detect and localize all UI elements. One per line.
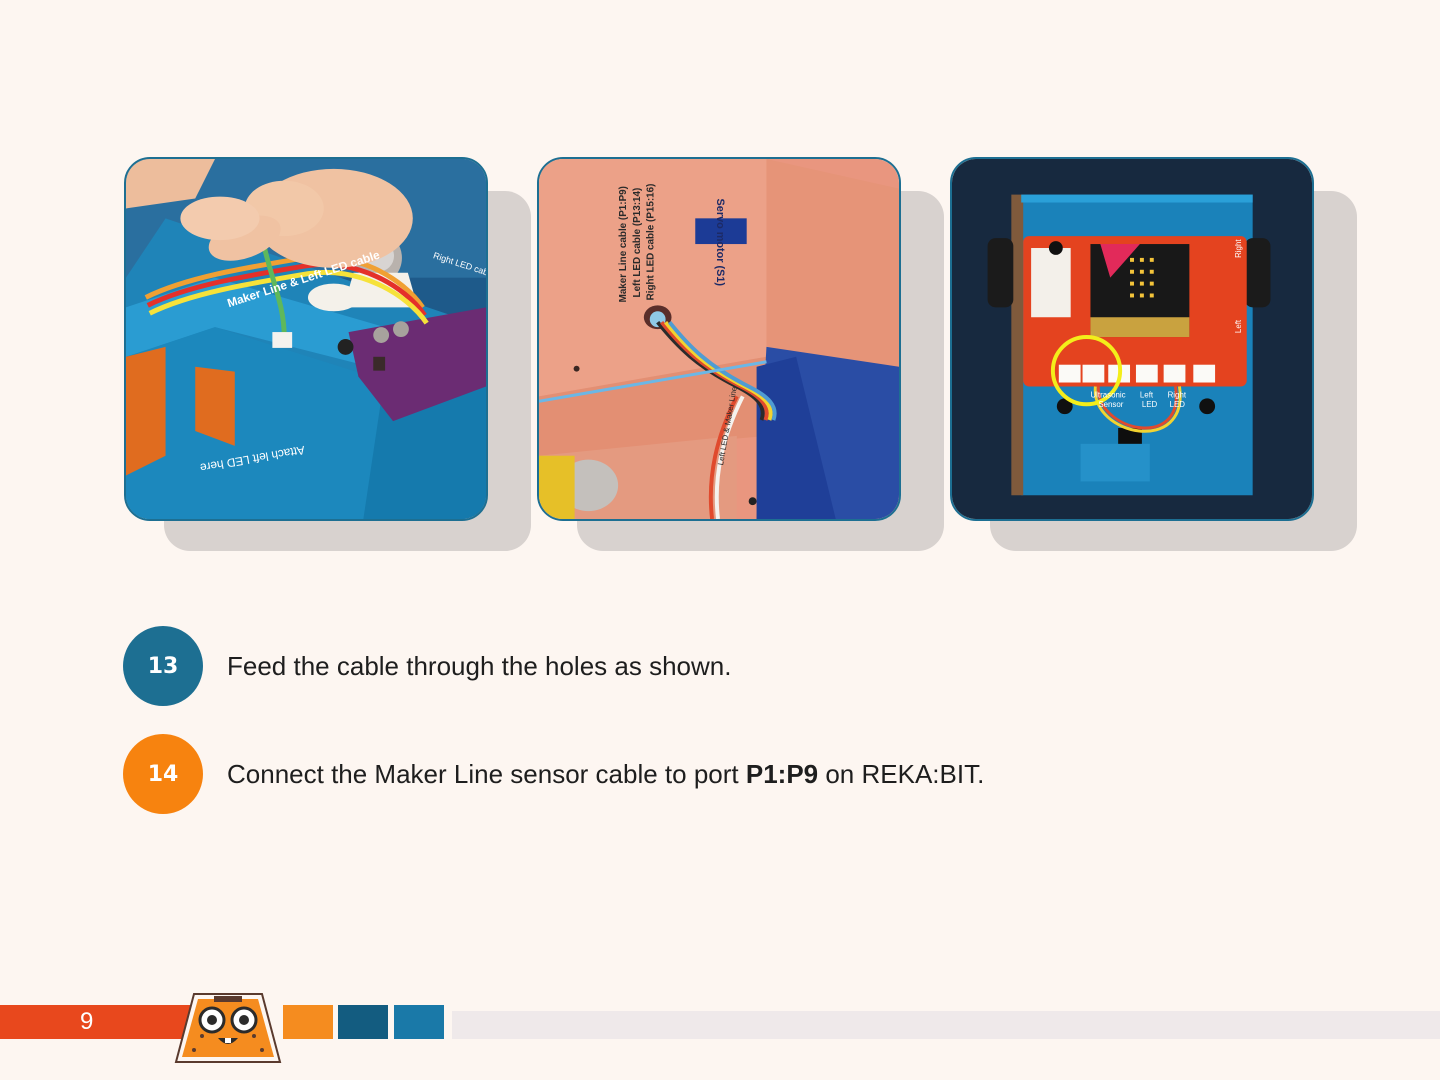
port-name: P1:P9 <box>745 758 819 789</box>
step-number: 13 <box>147 653 179 679</box>
step-14: 14 Connect the Maker Line sensor cable t… <box>123 734 984 814</box>
photo-3: Ultrasonic Sensor Left LED Right LED Rig… <box>950 157 1314 521</box>
step-text-before: Connect the Maker Line sensor cable to p… <box>227 758 746 789</box>
footer-red-bar <box>0 1005 190 1039</box>
footer-dark-blue-block <box>338 1005 388 1039</box>
footer-gray-bar <box>452 1011 1440 1039</box>
photo-inner-holes: Servo motor (S1) Maker Line cable (P1:P9… <box>537 157 944 551</box>
side-label-right: Right <box>1234 239 1243 258</box>
cable-label-3: Right LED cable (P15:16) <box>646 184 657 301</box>
page-number: 9 <box>80 1008 94 1035</box>
footer-blue-block <box>394 1005 444 1039</box>
port-label-ultrasonic: Ultrasonic <box>1090 390 1125 399</box>
footer-orange-block <box>283 1005 333 1039</box>
photo-top-board: Ultrasonic Sensor Left LED Right LED Rig… <box>950 157 1357 551</box>
step-13: 13 Feed the cable through the holes as s… <box>123 626 731 706</box>
step-number: 14 <box>147 761 179 787</box>
step-instruction: Connect the Maker Line sensor cable to p… <box>227 759 984 790</box>
photo-cable-assembly: Maker Line & Left LED cable Attach left … <box>124 157 531 551</box>
photo-1: Maker Line & Left LED cable Attach left … <box>124 157 488 521</box>
cable-label-1: Maker Line cable (P1:P9) <box>618 186 629 302</box>
side-label-left: Left <box>1234 319 1243 333</box>
step-number-badge: 14 <box>123 734 203 814</box>
port-label-left-led: LED <box>1142 400 1158 409</box>
cable-label-2: Left LED cable (P13:14) <box>632 188 643 298</box>
step-text-after: on REKA:BIT. <box>818 758 985 789</box>
port-label-left: Left <box>1140 390 1154 399</box>
port-label-right: Right <box>1168 390 1187 399</box>
port-label-right-led: LED <box>1170 400 1186 409</box>
photo-2: Servo motor (S1) Maker Line cable (P1:P9… <box>537 157 901 521</box>
servo-label: Servo motor (S1) <box>714 199 726 287</box>
mascot-logo <box>172 990 284 1066</box>
step-instruction: Feed the cable through the holes as show… <box>227 650 732 681</box>
step-number-badge: 13 <box>123 626 203 706</box>
port-label-sensor: Sensor <box>1098 400 1123 409</box>
